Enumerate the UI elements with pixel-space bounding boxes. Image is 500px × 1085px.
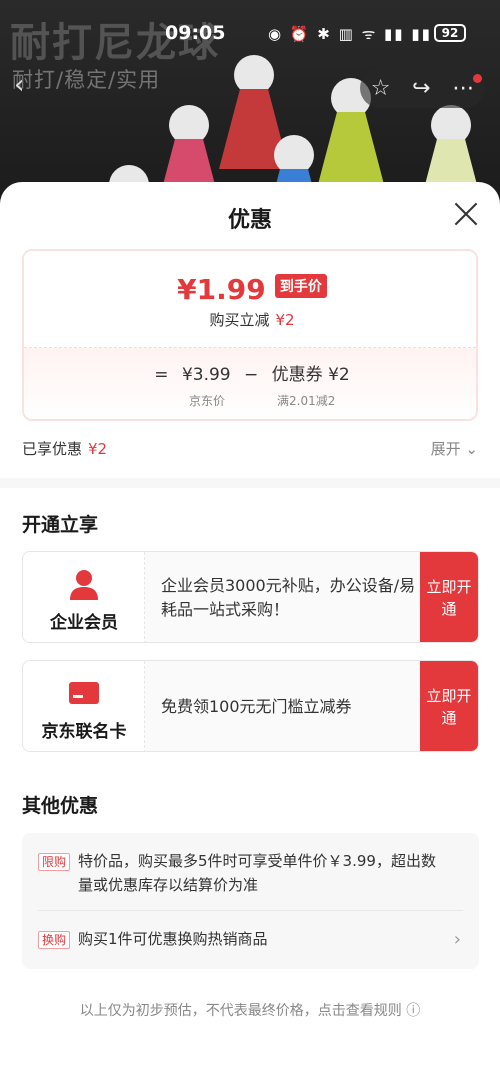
open-now-button[interactable]: 立即开通 <box>420 661 478 751</box>
status-icons: ◉ ⏰ ✱ ▥ ᯤ ▮▮ ▮▮ <box>268 25 432 43</box>
price-breakdown: ¥1.99 到手价 购买立减 ¥2 = ¥3.99 − 优惠券 ¥2 京东价 满2… <box>22 249 478 421</box>
formula-coupon: 优惠券 ¥2 <box>271 365 350 385</box>
expand-label: 展开 <box>430 440 461 458</box>
card-description: 免费领100元无门槛立减券 <box>161 697 352 716</box>
chevron-down-icon: ⌄ <box>465 440 478 458</box>
chevron-right-icon[interactable]: › <box>454 929 461 950</box>
list-item-text: 特价品，购买最多5件时可享受单件价￥3.99，超出数量或优惠库存以结算价为准 <box>78 852 436 894</box>
limit-badge: 限购 <box>38 852 71 871</box>
card-label: 企业会员 <box>50 613 118 633</box>
section-divider <box>0 478 500 488</box>
open-section-title: 开通立享 <box>22 514 99 536</box>
credit-card-icon <box>69 682 99 704</box>
battery-icon: 92 <box>434 24 466 42</box>
more-icon[interactable]: ⋯ <box>452 76 474 101</box>
user-icon <box>70 570 98 600</box>
enjoyed-label: 已享优惠 <box>22 440 83 458</box>
expand-button[interactable]: 展开 ⌄ <box>431 438 478 459</box>
cobrand-card-card[interactable]: 京东联名卡 免费领100元无门槛立减券 立即开通 <box>22 660 479 752</box>
back-icon[interactable]: ‹ <box>14 70 50 106</box>
enterprise-member-card[interactable]: 企业会员 企业会员3000元补贴，办公设备/易耗品一站式采购！ 立即开通 <box>22 551 479 643</box>
favorite-icon[interactable]: ☆ <box>371 76 391 101</box>
other-section-title: 其他优惠 <box>22 795 99 817</box>
status-bar: 09:05 ◉ ⏰ ✱ ▥ ᯤ ▮▮ ▮▮ 92 <box>0 20 500 48</box>
open-now-button[interactable]: 立即开通 <box>420 552 478 642</box>
list-item-tradein[interactable]: 换购 购买1件可优惠换购热销商品 <box>38 927 438 951</box>
formula-base-price: ¥3.99 <box>181 365 231 385</box>
reduction-label: 购买立减 <box>209 311 270 329</box>
instant-reduction: 购买立减 ¥2 <box>24 309 476 330</box>
list-divider <box>38 910 463 911</box>
formula-minus: − <box>244 365 259 385</box>
notification-dot <box>473 74 482 83</box>
enjoyed-amount: ¥2 <box>88 440 108 458</box>
tradein-badge: 换购 <box>38 930 71 949</box>
list-item: 限购 特价品，购买最多5件时可享受单件价￥3.99，超出数量或优惠库存以结算价为准 <box>38 849 438 897</box>
top-actions: ☆ ↪ ⋯ <box>360 68 485 108</box>
close-icon[interactable] <box>452 200 480 228</box>
card-label: 京东联名卡 <box>41 722 127 742</box>
rules-footnote[interactable]: 以上仅为初步预估，不代表最终价格，点击查看规则 ⓘ <box>0 1000 500 1020</box>
sheet-title: 优惠 <box>227 208 272 233</box>
reduction-amount: ¥2 <box>275 311 295 329</box>
formula-equals: = <box>154 365 169 385</box>
price-formula: = ¥3.99 − 优惠券 ¥2 <box>24 360 476 385</box>
coupon-caption: 满2.01减2 <box>277 394 336 408</box>
list-item-text: 购买1件可优惠换购热销商品 <box>78 930 268 948</box>
share-icon[interactable]: ↪ <box>412 76 430 101</box>
base-price-caption: 京东价 <box>189 394 226 408</box>
final-price-tag: 到手价 <box>274 273 327 298</box>
discount-sheet: 优惠 ¥1.99 到手价 购买立减 ¥2 = ¥3.99 − 优惠券 ¥2 京东价… <box>0 182 500 1085</box>
other-discounts-list: 限购 特价品，购买最多5件时可享受单件价￥3.99，超出数量或优惠库存以结算价为准… <box>22 833 479 969</box>
final-price: ¥1.99 <box>177 273 266 306</box>
card-description: 企业会员3000元补贴，办公设备/易耗品一站式采购！ <box>161 576 416 619</box>
status-time: 09:05 <box>165 22 226 44</box>
enjoyed-discount: 已享优惠 ¥2 <box>22 438 107 459</box>
